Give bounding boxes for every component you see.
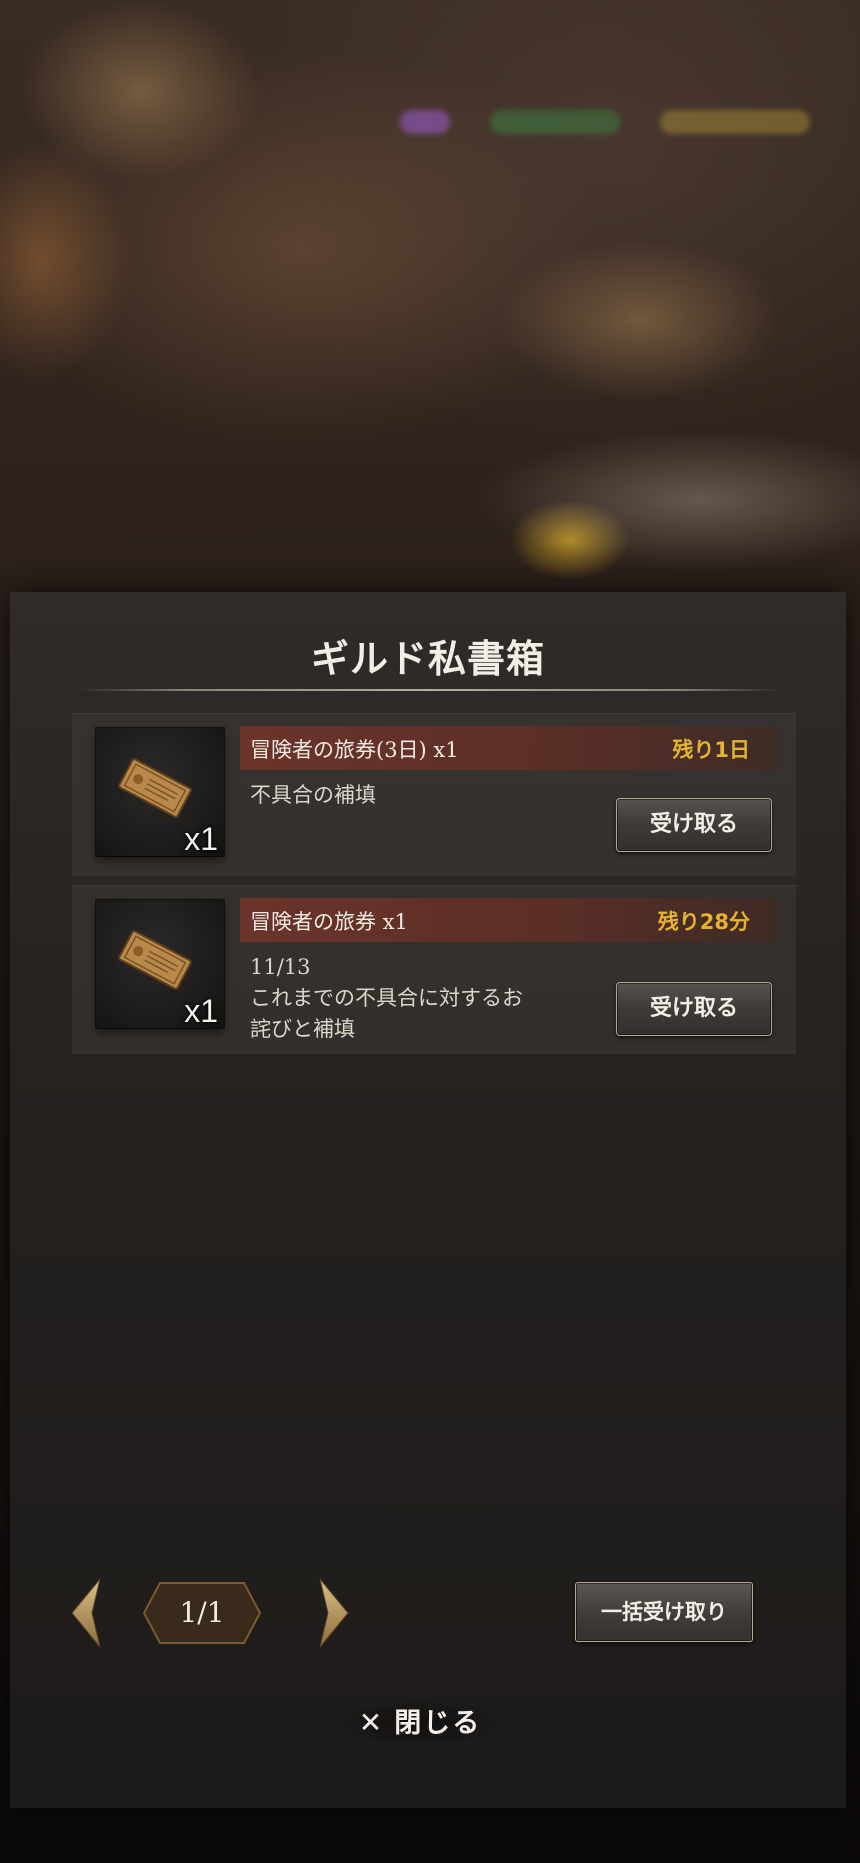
item-name: 冒険者の旅券 x1 bbox=[250, 910, 408, 934]
quantity-badge: x1 bbox=[184, 993, 218, 1029]
receive-button[interactable]: 受け取る bbox=[616, 798, 772, 852]
receive-button[interactable]: 受け取る bbox=[616, 982, 772, 1036]
title-divider bbox=[80, 689, 780, 691]
close-icon: ✕ bbox=[358, 1706, 383, 1739]
background-currency-pill bbox=[660, 110, 810, 134]
ticket-icon bbox=[118, 758, 192, 818]
mail-item: x1 冒険者の旅券(3日) x1 残り1日 不具合の補填 受け取る bbox=[72, 713, 796, 876]
item-description: 11/13 これまでの不具合に対するお 詫びと補填 bbox=[250, 955, 523, 1041]
time-remaining: 残り28分 bbox=[657, 910, 750, 934]
chevron-right-icon[interactable] bbox=[312, 1573, 358, 1653]
page-number: 1/1 bbox=[179, 1596, 225, 1629]
item-description: 不具合の補填 bbox=[250, 783, 376, 807]
item-name: 冒険者の旅券(3日) x1 bbox=[250, 738, 459, 762]
quantity-badge: x1 bbox=[184, 821, 218, 857]
item-slot: x1 bbox=[96, 900, 224, 1029]
bulk-receive-button[interactable]: 一括受け取り bbox=[575, 1582, 753, 1642]
ticket-icon bbox=[118, 930, 192, 990]
close-label: 閉じる bbox=[394, 1708, 482, 1739]
time-remaining: 残り1日 bbox=[672, 738, 750, 762]
page-indicator: 1/1 bbox=[142, 1581, 262, 1645]
mail-item: x1 冒険者の旅券 x1 残り28分 11/13 これまでの不具合に対するお 詫… bbox=[72, 885, 796, 1054]
item-name-bar: 冒険者の旅券 x1 残り28分 bbox=[240, 898, 778, 942]
background-currency-pill bbox=[490, 110, 620, 134]
guild-mailbox-dialog: ギルド私書箱 x1 冒険者の旅券(3日) x1 残り1日 不具合の補填 受け取る bbox=[10, 592, 846, 1808]
close-button[interactable]: ✕ 閉じる bbox=[330, 1698, 510, 1748]
item-name-bar: 冒険者の旅券(3日) x1 残り1日 bbox=[240, 726, 778, 770]
dialog-title: ギルド私書箱 bbox=[310, 636, 545, 681]
background-currency-pill bbox=[400, 110, 450, 134]
chevron-left-icon[interactable] bbox=[62, 1573, 108, 1653]
item-slot: x1 bbox=[96, 728, 224, 857]
